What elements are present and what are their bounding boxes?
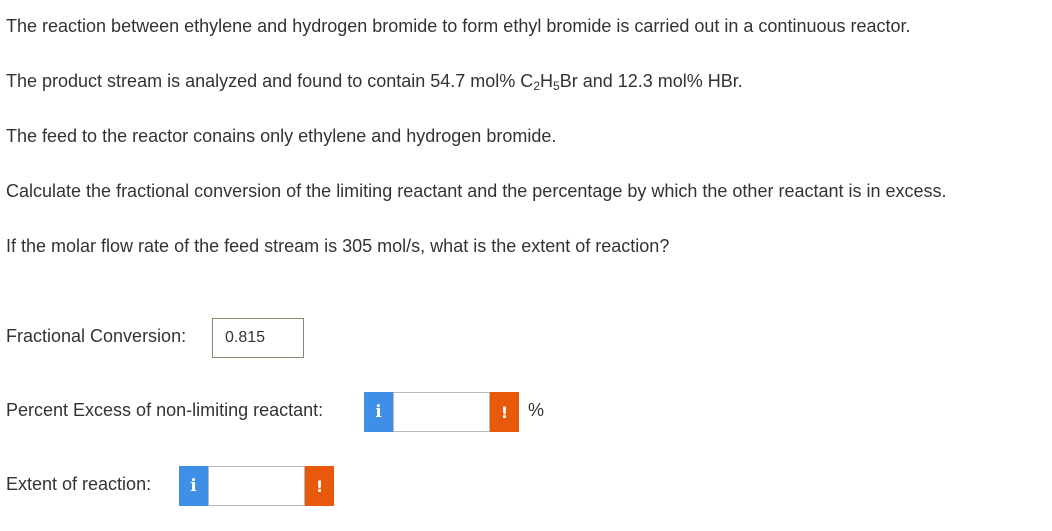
p2-text-h: H bbox=[540, 71, 553, 91]
fractional-conversion-input[interactable] bbox=[212, 318, 304, 358]
extent-info-icon[interactable]: i bbox=[179, 466, 208, 506]
fractional-conversion-label: Fractional Conversion: bbox=[6, 326, 187, 346]
extent-of-reaction-label: Extent of reaction: bbox=[6, 474, 152, 494]
p2-subscript-2: 2 bbox=[533, 79, 540, 93]
problem-paragraph-3: The feed to the reactor conains only eth… bbox=[6, 126, 557, 146]
extent-of-reaction-input[interactable] bbox=[208, 466, 305, 506]
percent-unit: % bbox=[528, 400, 545, 420]
problem-paragraph-2: The product stream is analyzed and found… bbox=[6, 69, 743, 93]
percent-excess-info-icon[interactable]: i bbox=[364, 392, 393, 432]
extent-warning-icon[interactable]: ! bbox=[305, 466, 334, 506]
p2-subscript-5: 5 bbox=[553, 79, 560, 93]
problem-paragraph-1: The reaction between ethylene and hydrog… bbox=[6, 16, 911, 36]
problem-paragraph-4: Calculate the fractional conversion of t… bbox=[6, 181, 947, 201]
problem-paragraph-5: If the molar flow rate of the feed strea… bbox=[6, 236, 670, 256]
percent-excess-label: Percent Excess of non-limiting reactant: bbox=[6, 400, 324, 420]
p2-text-after: Br and 12.3 mol% HBr. bbox=[559, 71, 743, 91]
percent-excess-input[interactable] bbox=[393, 392, 490, 432]
percent-excess-warning-icon[interactable]: ! bbox=[490, 392, 519, 432]
p2-text-before: The product stream is analyzed and found… bbox=[6, 71, 534, 91]
